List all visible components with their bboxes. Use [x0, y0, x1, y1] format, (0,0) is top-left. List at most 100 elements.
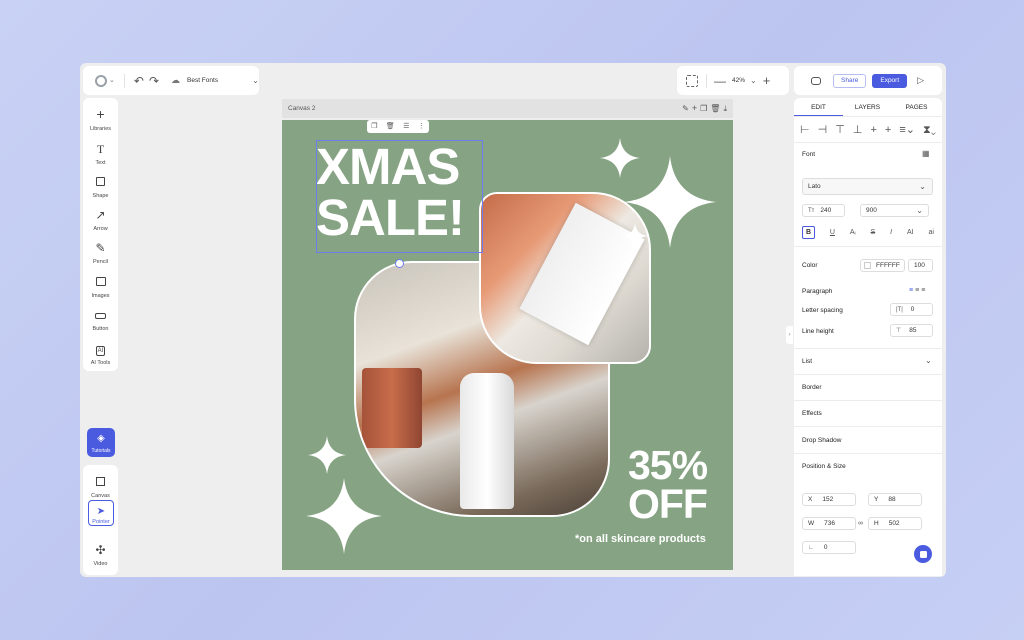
- arrange-icon[interactable]: ⧗⌄: [923, 124, 936, 136]
- pointer-icon: ➤: [96, 506, 106, 517]
- add-icon[interactable]: +: [692, 104, 697, 113]
- discount-line-1[interactable]: 35%: [628, 444, 708, 486]
- comment-icon[interactable]: [811, 76, 821, 85]
- tool-arrow[interactable]: ↗ Arrow: [83, 206, 118, 232]
- line-height-label: Line height: [802, 328, 834, 335]
- button-icon: [83, 309, 118, 323]
- list-chevron-icon[interactable]: ⌄: [925, 357, 932, 365]
- align-right-icon[interactable]: +: [885, 124, 891, 136]
- zoom-level[interactable]: 42%: [732, 77, 745, 84]
- tab-pages[interactable]: PAGES: [892, 98, 941, 116]
- tutorials-button[interactable]: ◈ Tutorials: [87, 428, 115, 457]
- rotate-handle[interactable]: [395, 259, 404, 268]
- font-weight-select[interactable]: 900 ⌄: [860, 204, 929, 217]
- download-icon[interactable]: ⤓: [723, 104, 727, 113]
- tool-shape[interactable]: Shape: [83, 173, 118, 199]
- tool-label: Video: [93, 561, 108, 567]
- color-hex-field[interactable]: FFFFFF: [860, 259, 905, 272]
- bold-button[interactable]: B: [802, 226, 815, 239]
- doc-menu-chevron-icon[interactable]: ⌄: [252, 76, 259, 85]
- text-align-left-icon[interactable]: ≡: [909, 287, 913, 294]
- discount-line-2[interactable]: OFF: [628, 483, 708, 525]
- document-name[interactable]: Best Fonts: [187, 77, 218, 84]
- delete-icon[interactable]: 🗑: [710, 104, 720, 113]
- effects-label[interactable]: Effects: [802, 410, 822, 417]
- more-icon[interactable]: ⋮: [418, 123, 425, 130]
- text-selection-box: [316, 140, 483, 253]
- tool-canvas[interactable]: Canvas: [83, 473, 118, 499]
- text-align-right-icon[interactable]: ≡: [921, 287, 925, 294]
- divider: [794, 426, 942, 427]
- play-icon[interactable]: ▷: [917, 76, 924, 85]
- tab-edit[interactable]: EDIT: [794, 98, 843, 116]
- fit-screen-icon[interactable]: [686, 74, 698, 87]
- align-middle-icon[interactable]: +: [870, 124, 876, 136]
- copy-icon[interactable]: ❐: [371, 123, 377, 130]
- line-height-field[interactable]: ⊤ 85: [890, 324, 933, 337]
- drop-shadow-label[interactable]: Drop Shadow: [802, 437, 841, 444]
- link-icon[interactable]: ∞: [858, 520, 863, 527]
- rotation-field[interactable]: ∟ 0: [802, 541, 856, 554]
- strikethrough-button[interactable]: S: [871, 229, 876, 236]
- tool-images[interactable]: Images: [83, 273, 118, 299]
- tool-pencil[interactable]: ✎ Pencil: [83, 239, 118, 265]
- align-top-icon[interactable]: ⊤: [835, 124, 845, 136]
- align-icon[interactable]: ☰: [403, 123, 409, 130]
- align-center-h-icon[interactable]: ⊣: [818, 124, 828, 136]
- y-field[interactable]: Y 88: [868, 493, 922, 506]
- letter-spacing-icon: |T|: [896, 306, 903, 313]
- y-value: 88: [888, 496, 896, 503]
- zoom-out-icon[interactable]: —: [714, 75, 726, 87]
- canvas-name[interactable]: Canvas 2: [288, 105, 315, 112]
- lowercase-button[interactable]: ai: [929, 229, 934, 236]
- redo-icon[interactable]: ↷: [149, 75, 159, 87]
- text-align-center-icon[interactable]: ≡: [915, 287, 919, 294]
- tool-video[interactable]: ✣ Video: [83, 541, 118, 567]
- font-family-value: Lato: [808, 183, 821, 190]
- tab-layers[interactable]: LAYERS: [843, 98, 892, 116]
- panel-collapse-handle[interactable]: ›: [786, 326, 793, 344]
- share-button[interactable]: Share: [833, 73, 867, 88]
- tool-text[interactable]: T Text: [83, 140, 118, 166]
- italic-button[interactable]: I: [890, 229, 892, 236]
- font-size-icon: Tт: [808, 207, 815, 214]
- h-field[interactable]: H 502: [868, 517, 922, 530]
- tool-label: Pencil: [93, 259, 108, 265]
- undo-icon[interactable]: ↶: [134, 75, 144, 87]
- chevron-down-icon[interactable]: ⌄: [109, 77, 115, 84]
- tool-ai[interactable]: AI AI Tools: [83, 339, 118, 366]
- logo-icon[interactable]: [95, 74, 107, 87]
- tool-pointer[interactable]: ➤ Pointer: [88, 500, 114, 526]
- uppercase-button[interactable]: AI: [907, 229, 914, 236]
- trash-icon[interactable]: 🗑: [386, 123, 395, 130]
- list-label[interactable]: List: [802, 358, 812, 365]
- distribute-icon[interactable]: ≡⌄: [899, 124, 915, 136]
- chat-help-button[interactable]: [914, 545, 932, 563]
- font-family-select[interactable]: Lato ⌄: [802, 178, 933, 195]
- subscript-button[interactable]: Aᵢ: [850, 229, 856, 236]
- border-label[interactable]: Border: [802, 384, 822, 391]
- underline-button[interactable]: U: [830, 229, 835, 236]
- footnote-text[interactable]: *on all skincare products: [575, 533, 706, 545]
- letter-spacing-field[interactable]: |T| 0: [890, 303, 933, 316]
- chevron-down-icon: ⌄: [916, 205, 923, 215]
- font-settings-icon[interactable]: ▦: [922, 150, 930, 158]
- zoom-in-icon[interactable]: +: [763, 74, 771, 87]
- font-size-field[interactable]: Tт 240: [802, 204, 845, 217]
- zoom-chevron-icon[interactable]: ⌄: [750, 76, 757, 85]
- align-left-icon[interactable]: ⊢: [800, 124, 810, 136]
- export-button[interactable]: Export: [872, 73, 908, 88]
- w-field[interactable]: W 736: [802, 517, 856, 530]
- divider: [794, 453, 942, 454]
- edit-icon[interactable]: ✎: [682, 104, 689, 113]
- duplicate-icon[interactable]: ❐: [700, 104, 707, 113]
- tool-label: Shape: [92, 193, 109, 199]
- opacity-field[interactable]: 100: [908, 259, 933, 272]
- x-field[interactable]: X 152: [802, 493, 856, 506]
- design-canvas[interactable]: XMAS SALE! ❐ 🗑 ☰ ⋮ 35% OFF *on all skinc…: [282, 120, 733, 570]
- color-swatch[interactable]: [864, 262, 871, 269]
- properties-panel: EDIT LAYERS PAGES ⊢ ⊣ ⊤ ⊥ + + ≡⌄ ⧗⌄ Font…: [794, 98, 942, 576]
- tool-button[interactable]: Button: [83, 306, 118, 332]
- tool-libraries[interactable]: + Libraries: [83, 106, 118, 132]
- align-bottom-icon[interactable]: ⊥: [853, 124, 863, 136]
